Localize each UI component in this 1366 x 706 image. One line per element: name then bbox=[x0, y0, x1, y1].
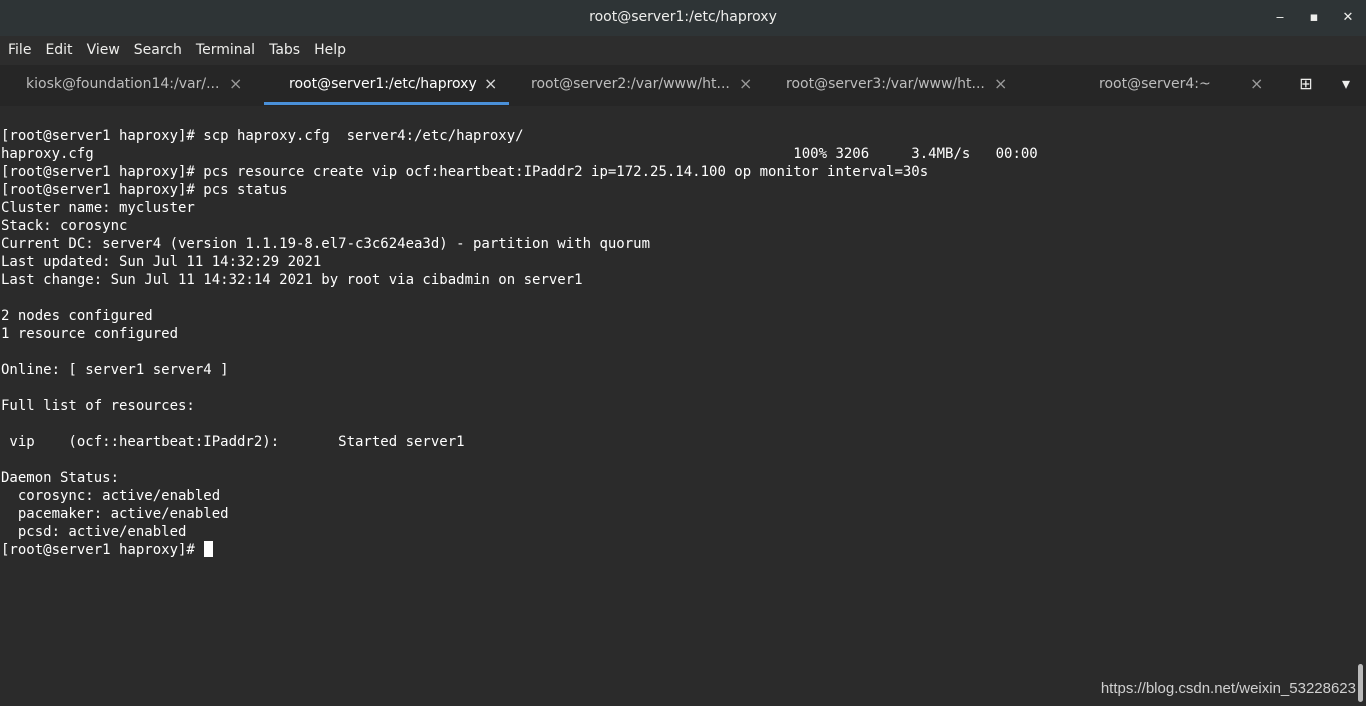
prompt: [root@server1 haproxy]# bbox=[1, 542, 204, 558]
menu-terminal[interactable]: Terminal bbox=[189, 36, 262, 65]
tab-bar: kiosk@foundation14:/var/... × root@serve… bbox=[0, 65, 1366, 107]
output-line: 1 resource configured bbox=[1, 326, 179, 342]
output-line: Online: [ server1 server4 ] bbox=[1, 362, 229, 378]
output-line: [root@server1 haproxy]# pcs resource cre… bbox=[1, 164, 929, 180]
text-cursor bbox=[204, 541, 214, 557]
output-line: Current DC: server4 (version 1.1.19-8.el… bbox=[1, 236, 651, 252]
close-icon[interactable]: ✕ bbox=[1337, 7, 1359, 29]
menu-file[interactable]: File bbox=[0, 36, 38, 65]
new-tab-icon[interactable]: ⊞ bbox=[1294, 74, 1318, 93]
output-line: haproxy.cfg 100% 3206 3.4MB/s 00:00 bbox=[1, 146, 1038, 162]
output-line: pacemaker: active/enabled bbox=[1, 506, 229, 522]
output-line: Last updated: Sun Jul 11 14:32:29 2021 bbox=[1, 254, 322, 270]
tab-server1[interactable]: root@server1:/etc/haproxy × bbox=[264, 65, 509, 105]
tab-label: root@server2:/var/www/ht... bbox=[531, 76, 730, 92]
output-line: Stack: corosync bbox=[1, 218, 128, 234]
tab-close-icon[interactable]: × bbox=[739, 74, 752, 93]
menu-view[interactable]: View bbox=[80, 36, 127, 65]
output-line: Daemon Status: bbox=[1, 470, 120, 486]
tab-label: root@server4:~ bbox=[1099, 76, 1211, 92]
tab-label: kiosk@foundation14:/var/... bbox=[26, 76, 220, 92]
maximize-icon[interactable]: ▪ bbox=[1303, 7, 1325, 29]
menu-tabs[interactable]: Tabs bbox=[262, 36, 307, 65]
output-line: [root@server1 haproxy]# scp haproxy.cfg … bbox=[1, 128, 524, 144]
menu-bar: File Edit View Search Terminal Tabs Help bbox=[0, 36, 1366, 65]
output-line: vip (ocf::heartbeat:IPaddr2): Started se… bbox=[1, 434, 465, 450]
tab-close-icon[interactable]: × bbox=[484, 74, 497, 93]
tab-close-icon[interactable]: × bbox=[994, 74, 1007, 93]
output-line: Full list of resources: bbox=[1, 398, 195, 414]
tab-server4[interactable]: root@server4:~ × bbox=[1020, 65, 1274, 105]
chevron-down-icon[interactable]: ▾ bbox=[1334, 74, 1358, 93]
menu-search[interactable]: Search bbox=[127, 36, 189, 65]
output-line: pcsd: active/enabled bbox=[1, 524, 187, 540]
tab-server3[interactable]: root@server3:/var/www/ht... × bbox=[765, 65, 1019, 105]
terminal-output: [root@server1 haproxy]# scp haproxy.cfg … bbox=[1, 127, 1038, 559]
tab-close-icon[interactable]: × bbox=[1250, 74, 1263, 93]
output-line: corosync: active/enabled bbox=[1, 488, 221, 504]
output-line: 2 nodes configured bbox=[1, 308, 153, 324]
tab-foundation14[interactable]: kiosk@foundation14:/var/... × bbox=[0, 65, 262, 105]
title-bar: root@server1:/etc/haproxy ‒ ▪ ✕ bbox=[0, 0, 1366, 37]
window-title: root@server1:/etc/haproxy bbox=[589, 9, 777, 25]
output-line: [root@server1 haproxy]# pcs status bbox=[1, 182, 288, 198]
watermark: https://blog.csdn.net/weixin_53228623 bbox=[1100, 680, 1356, 697]
minimize-icon[interactable]: ‒ bbox=[1269, 7, 1291, 29]
scrollbar-thumb[interactable] bbox=[1358, 664, 1363, 702]
scrollbar[interactable] bbox=[1356, 106, 1366, 706]
tab-label: root@server3:/var/www/ht... bbox=[786, 76, 985, 92]
menu-edit[interactable]: Edit bbox=[38, 36, 79, 65]
tab-label: root@server1:/etc/haproxy bbox=[289, 76, 477, 92]
output-line: Cluster name: mycluster bbox=[1, 200, 195, 216]
tab-close-icon[interactable]: × bbox=[229, 74, 242, 93]
menu-help[interactable]: Help bbox=[307, 36, 353, 65]
output-line: Last change: Sun Jul 11 14:32:14 2021 by… bbox=[1, 272, 583, 288]
active-tab-indicator bbox=[264, 102, 509, 105]
tab-server2[interactable]: root@server2:/var/www/ht... × bbox=[510, 65, 764, 105]
